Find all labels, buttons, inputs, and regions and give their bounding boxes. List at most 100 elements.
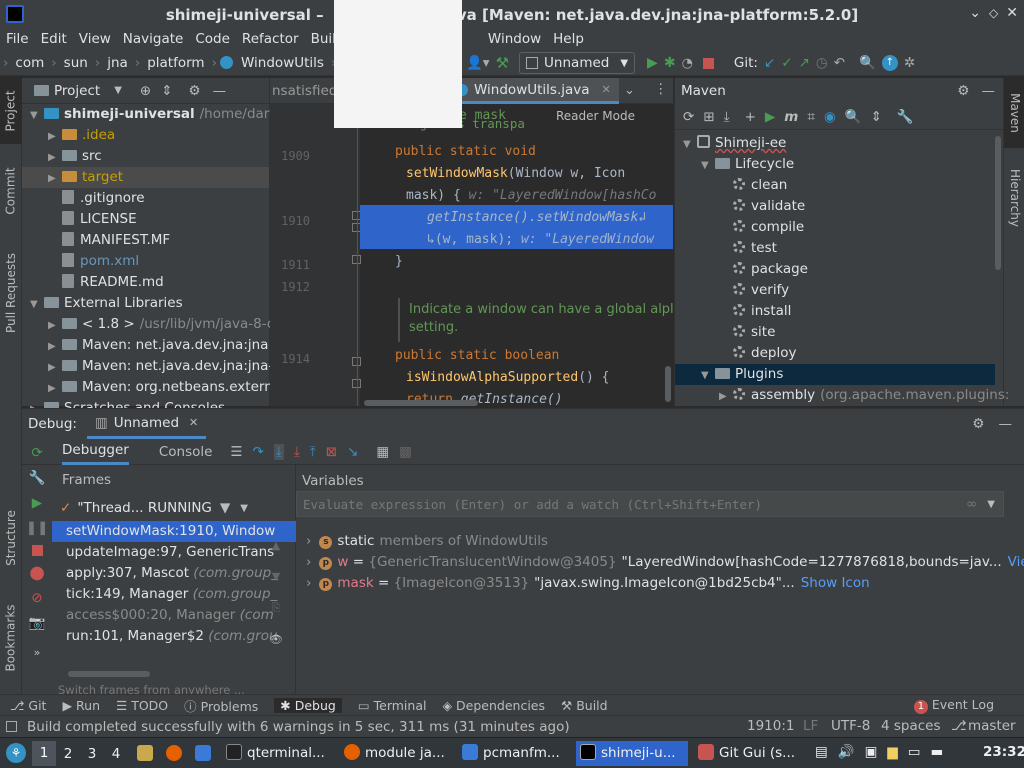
maven-tree-item[interactable]: test — [675, 238, 995, 259]
wrench-icon[interactable]: 🔧 — [897, 109, 914, 125]
commit-tool-tab[interactable]: Commit — [0, 158, 22, 224]
close-tab-icon[interactable]: ✕ — [189, 416, 198, 429]
menu-build[interactable]: Buil — [311, 31, 336, 47]
download-icon[interactable]: ⤓ — [724, 109, 730, 125]
chevron-down-icon[interactable]: ▼ — [30, 105, 44, 126]
chevron-right-icon[interactable]: › — [306, 554, 311, 570]
step-out-icon[interactable]: ⤒ — [310, 444, 316, 460]
chevron-right-icon[interactable]: › — [306, 575, 311, 591]
git-update-icon[interactable]: ↙ — [764, 55, 775, 71]
stack-frame[interactable]: updateImage:97, GenericTrans — [52, 542, 296, 563]
note-icon[interactable]: ▆ — [887, 744, 897, 760]
pull-requests-tool-tab[interactable]: Pull Requests — [0, 238, 22, 348]
close-tab-icon[interactable]: ✕ — [602, 83, 611, 96]
variable-row[interactable]: › p w = {GenericTranslucentWindow@3405} "La… — [306, 552, 1024, 573]
tab-debugger[interactable]: Debugger — [62, 439, 129, 465]
evaluate-expression-input[interactable]: Evaluate expression (Enter) or add a wat… — [296, 491, 1004, 517]
maven-tree-item[interactable]: ▼ Shimeji-ee — [675, 133, 995, 154]
tab-run[interactable]: ▶ Run — [62, 698, 100, 713]
chevron-right-icon[interactable]: ▶ — [48, 126, 62, 147]
chevron-down-icon[interactable]: ▼ — [114, 85, 122, 96]
profile-icon[interactable]: ◔ — [682, 56, 693, 71]
menu-view[interactable]: View — [79, 31, 111, 47]
expand-icon[interactable]: » — [34, 646, 41, 659]
firefox-launcher-icon[interactable] — [166, 745, 182, 761]
project-tree-item[interactable]: MANIFEST.MF — [22, 230, 269, 251]
debug-icon[interactable]: ✱ — [664, 55, 676, 71]
maven-tree-item[interactable]: package — [675, 259, 995, 280]
breadcrumb-com[interactable]: com — [15, 55, 44, 71]
run-to-cursor-icon[interactable]: ↘ — [347, 444, 358, 460]
gear-icon[interactable]: ⚙ — [957, 83, 969, 99]
editor-scrollbar[interactable] — [364, 400, 478, 406]
crosshair-icon[interactable]: ⊕ — [140, 83, 151, 99]
gear-icon[interactable]: ⚙ — [972, 416, 984, 432]
indent-setting[interactable]: 4 spaces — [881, 718, 941, 734]
desktop-3[interactable]: 3 — [80, 746, 104, 762]
update-icon[interactable]: ↑ — [881, 55, 898, 71]
chevron-right-icon[interactable]: ▶ — [719, 386, 733, 407]
run-icon[interactable]: ▶ — [765, 109, 775, 125]
up-icon[interactable]: ▲ — [272, 539, 280, 552]
rollback-icon[interactable]: ↶ — [834, 55, 845, 71]
mute-breakpoints-icon[interactable]: ⊘ — [31, 590, 42, 606]
glasses-icon[interactable]: ∞ — [966, 496, 977, 512]
desktop-launcher-icon[interactable] — [195, 745, 211, 761]
variable-action-link[interactable]: Show Icon — [801, 575, 870, 591]
rerun-icon[interactable]: ⟳ — [31, 445, 42, 461]
chevron-down-icon[interactable]: ▼ — [701, 365, 715, 386]
wrench-icon[interactable]: 🔧 — [29, 470, 46, 486]
menu-icon[interactable]: ☰ — [230, 444, 242, 460]
tab-debug[interactable]: ✱ Debug — [274, 697, 342, 713]
project-tree-item[interactable]: ▶ Maven: net.java.dev.jna:jna-p — [22, 356, 282, 377]
task-firefox[interactable]: module ja... — [340, 741, 452, 766]
chevron-right-icon[interactable]: ▶ — [48, 336, 62, 357]
layout-icon[interactable] — [6, 721, 17, 732]
chevron-down-icon[interactable]: ▼ — [683, 134, 697, 155]
task-qterminal[interactable]: qterminal... — [222, 741, 334, 766]
menu-refactor[interactable]: Refactor — [242, 31, 299, 47]
caret-position[interactable]: 1910:1 — [747, 718, 795, 734]
project-tree-item[interactable]: ▶ Maven: net.java.dev.jna:jna:5 — [22, 335, 282, 357]
frames-scrollbar[interactable] — [68, 671, 150, 677]
chevron-right-icon[interactable]: ▶ — [48, 147, 62, 168]
maven-tree-item[interactable]: compile — [675, 217, 995, 238]
structure-tool-tab[interactable]: Structure — [0, 498, 22, 578]
project-tree-item[interactable]: ▶ .idea — [22, 125, 269, 146]
stack-frame[interactable]: setWindowMask:1910, Window — [52, 521, 296, 542]
task-intellij[interactable]: shimeji-u... — [576, 741, 688, 766]
stop-icon[interactable] — [702, 57, 714, 69]
stack-frame[interactable]: tick:149, Manager (com.group_ — [52, 584, 296, 605]
project-tree-item[interactable]: LICENSE — [22, 209, 269, 230]
hammer-icon[interactable]: ⚒ — [496, 54, 509, 72]
tab-windowutils[interactable]: WindowUtils.java ✕ — [448, 78, 619, 104]
git-branch[interactable]: master — [968, 718, 1016, 734]
variable-row[interactable]: › s static members of WindowUtils — [306, 531, 548, 552]
chevron-right-icon[interactable]: ▶ — [48, 168, 62, 189]
stack-frame[interactable]: access$000:20, Manager (com — [52, 605, 296, 626]
collapse-all-icon[interactable]: ⇕ — [871, 109, 882, 125]
reimport-icon[interactable]: ⊞ — [703, 109, 714, 125]
maven-tree-item[interactable]: ▼ Plugins — [675, 364, 995, 385]
event-log-button[interactable]: 1 Event Log — [913, 697, 994, 714]
reader-mode-button[interactable]: Reader Mode — [556, 109, 635, 123]
bookmarks-tool-tab[interactable]: Bookmarks — [0, 598, 22, 678]
down-icon[interactable]: ▼ — [272, 570, 280, 583]
editor-vscrollbar[interactable] — [665, 366, 671, 402]
monitor-icon[interactable]: ▭ — [908, 744, 921, 760]
project-tree-item[interactable]: ▶ < 1.8 >/usr/lib/jvm/java-8-o — [22, 314, 275, 335]
skip-tests-icon[interactable]: ◉ — [824, 109, 836, 125]
hide-icon[interactable]: — — [213, 83, 227, 99]
maven-tree-item[interactable]: install — [675, 301, 995, 322]
project-tree-item[interactable]: ▼ shimeji-universal/home/dartz — [22, 104, 282, 126]
history-icon[interactable]: ◷ — [816, 55, 828, 71]
task-git-gui[interactable]: Git Gui (s... — [694, 741, 806, 766]
project-tree-item[interactable]: ▶ src — [22, 146, 269, 167]
tab-dependencies[interactable]: ◈ Dependencies — [442, 698, 545, 713]
maven-tree-item[interactable]: ▼ Lifecycle — [675, 154, 995, 175]
tab-problems[interactable]: ⓘ Problems — [184, 696, 258, 715]
variable-row[interactable]: › p mask = {ImageIcon@3513} "javax.swing.Im… — [306, 573, 870, 594]
status-message[interactable]: Build completed successfully with 6 warn… — [27, 719, 570, 735]
project-tree-item[interactable]: ▶ target — [22, 167, 269, 188]
toggle-offline-icon[interactable]: ⌗ — [807, 109, 815, 125]
